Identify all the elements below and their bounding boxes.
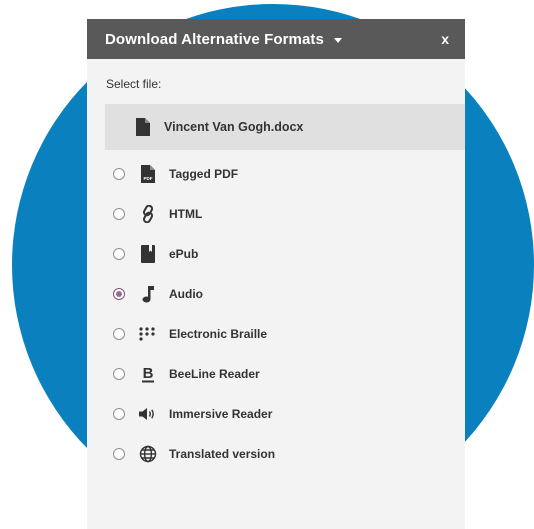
- book-icon: [138, 244, 158, 264]
- selected-file[interactable]: Vincent Van Gogh.docx: [105, 104, 465, 150]
- svg-text:PDF: PDF: [144, 176, 153, 181]
- option-beeline-reader[interactable]: B BeeLine Reader: [87, 354, 465, 394]
- document-icon: [136, 118, 150, 136]
- option-label: Immersive Reader: [169, 407, 273, 421]
- pdf-file-icon: PDF: [138, 164, 158, 184]
- dialog-titlebar: Download Alternative Formats x: [87, 19, 465, 59]
- option-label: Translated version: [169, 447, 276, 461]
- option-label: BeeLine Reader: [169, 367, 260, 381]
- option-immersive-reader[interactable]: Immersive Reader: [87, 394, 465, 434]
- option-electronic-braille[interactable]: Electronic Braille: [87, 314, 465, 354]
- radio-beeline-reader[interactable]: [113, 368, 125, 380]
- file-name: Vincent Van Gogh.docx: [164, 120, 304, 134]
- link-icon: [138, 204, 158, 224]
- braille-icon: [138, 324, 158, 344]
- option-translated-version[interactable]: Translated version: [87, 434, 465, 474]
- option-epub[interactable]: ePub: [87, 234, 465, 274]
- option-label: Tagged PDF: [169, 167, 239, 181]
- option-label: ePub: [169, 247, 199, 261]
- option-label: Electronic Braille: [169, 327, 268, 341]
- radio-immersive-reader[interactable]: [113, 408, 125, 420]
- radio-audio[interactable]: [113, 288, 125, 300]
- radio-tagged-pdf[interactable]: [113, 168, 125, 180]
- title-dropdown[interactable]: Download Alternative Formats: [105, 31, 342, 48]
- caret-down-icon: [333, 37, 342, 43]
- radio-epub[interactable]: [113, 248, 125, 260]
- speaker-icon: [138, 404, 158, 424]
- option-label: HTML: [169, 207, 203, 221]
- radio-translated-version[interactable]: [113, 448, 125, 460]
- option-html[interactable]: HTML: [87, 194, 465, 234]
- globe-icon: [138, 444, 158, 464]
- option-tagged-pdf[interactable]: PDF Tagged PDF: [87, 154, 465, 194]
- select-file-label: Select file:: [106, 77, 162, 91]
- dialog-title: Download Alternative Formats: [105, 30, 324, 48]
- option-label: Audio: [169, 287, 203, 301]
- download-formats-dialog: Download Alternative Formats x Select fi…: [87, 19, 465, 529]
- format-options: PDF Tagged PDF HTML ePub Audio Electroni…: [87, 154, 465, 474]
- svg-text:B: B: [143, 365, 154, 382]
- beeline-icon: B: [138, 364, 158, 384]
- music-note-icon: [138, 284, 158, 304]
- option-audio[interactable]: Audio: [87, 274, 465, 314]
- radio-html[interactable]: [113, 208, 125, 220]
- radio-electronic-braille[interactable]: [113, 328, 125, 340]
- close-button[interactable]: x: [441, 31, 449, 47]
